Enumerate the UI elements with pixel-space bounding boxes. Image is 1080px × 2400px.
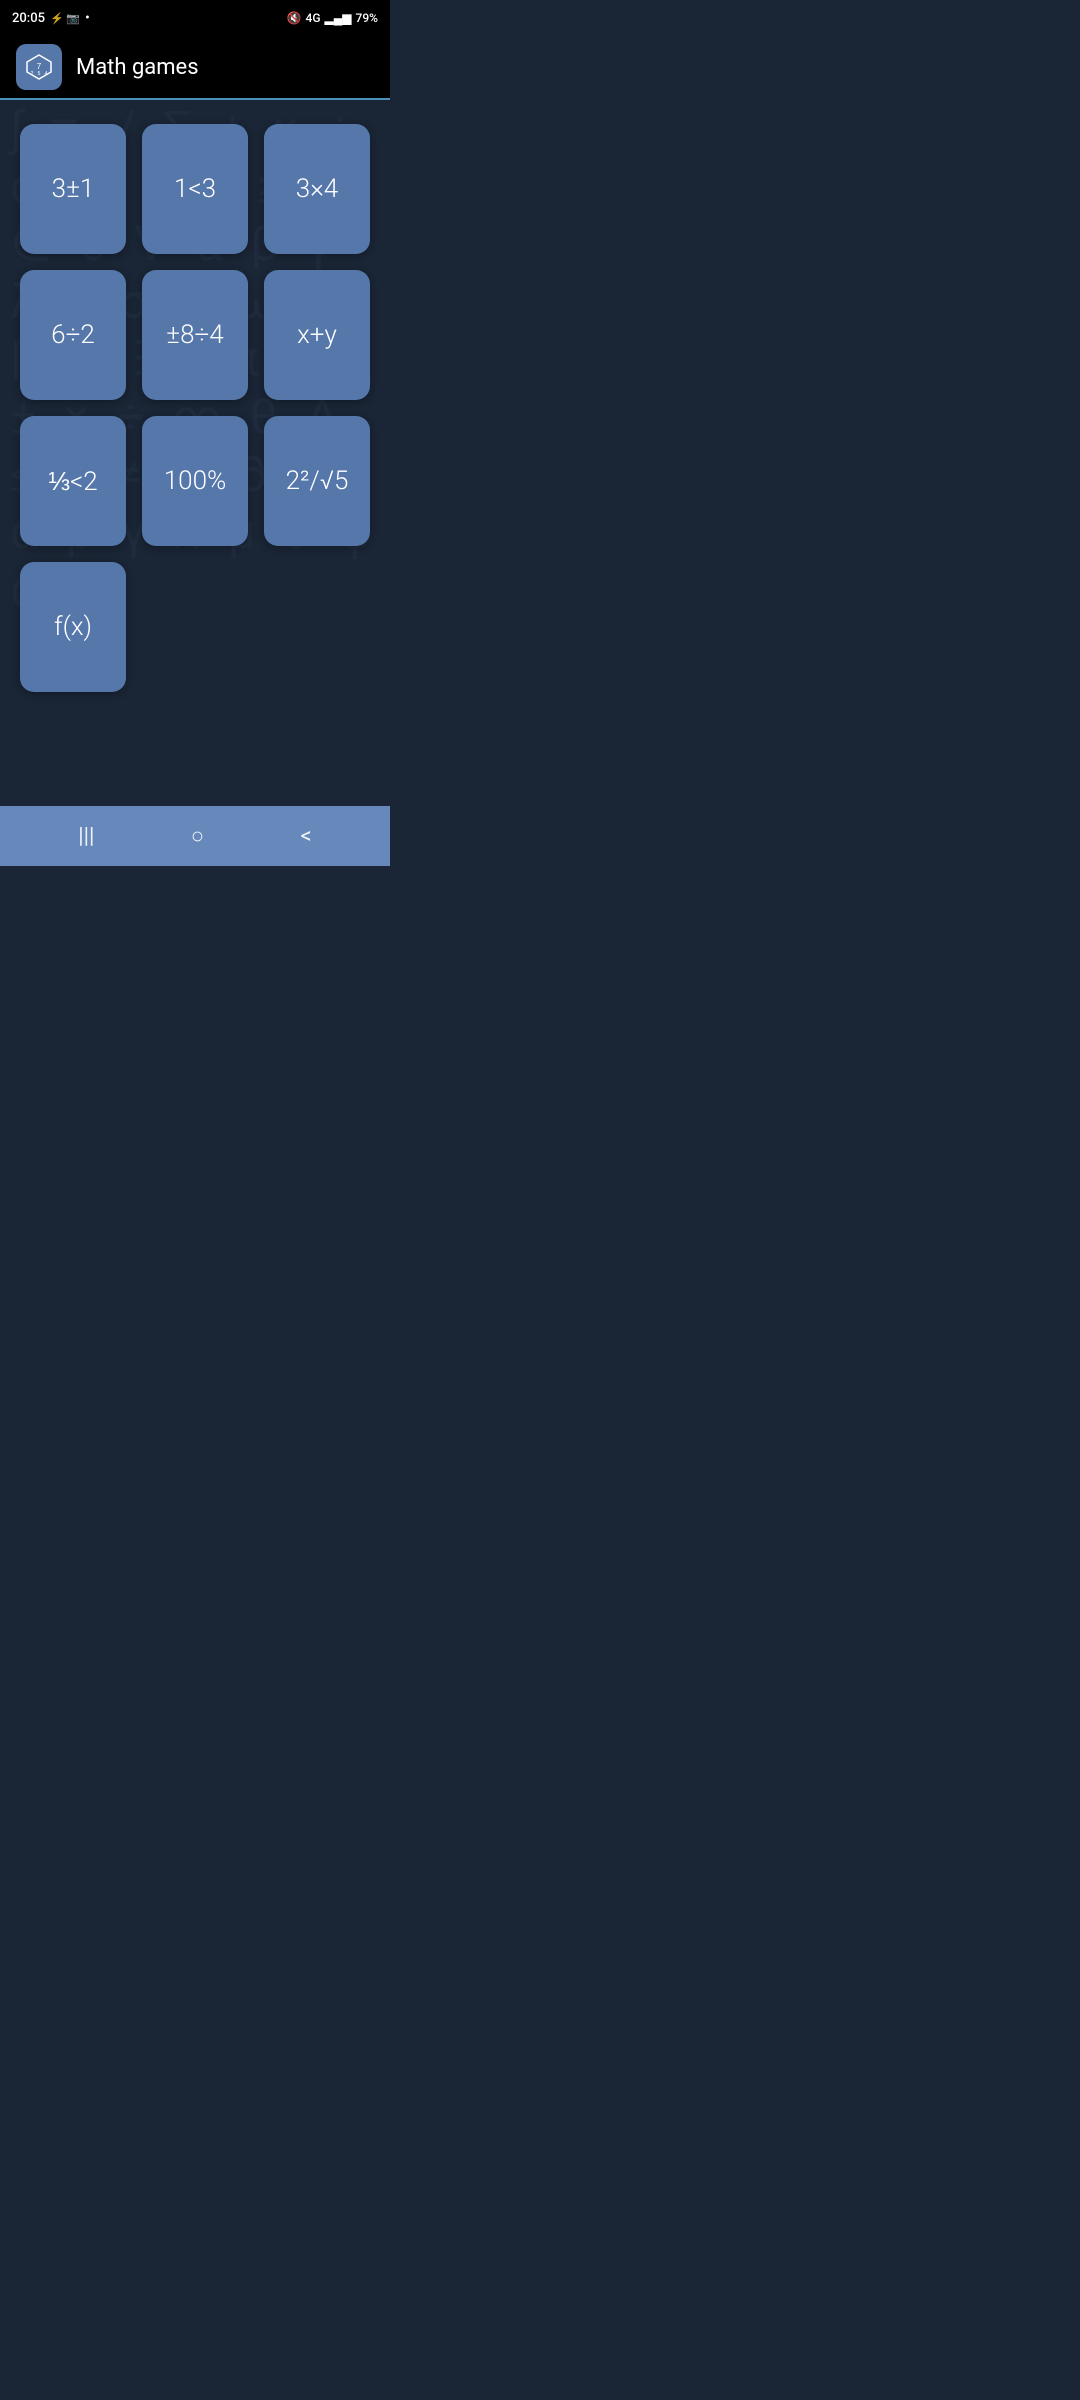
- card-label-percentage: 100%: [164, 466, 227, 496]
- card-label-algebra: x+y: [297, 320, 337, 350]
- time-display: 20:05: [12, 11, 45, 26]
- nav-bar: ||| ○ <: [0, 806, 390, 866]
- card-label-powers: 2²/√5: [286, 466, 349, 496]
- game-card-powers[interactable]: 2²/√5: [264, 416, 370, 546]
- app-title: Math games: [76, 55, 199, 80]
- network-label: 4G: [306, 11, 321, 25]
- card-label-fraction: ⅓<2: [48, 466, 97, 497]
- page: ∫ π √ ∑ ± × ÷ ∞ θ Δ ≤ ≥ ≠ ∈ ∂ ∇ α β γ λ …: [0, 0, 390, 866]
- game-card-mixed-division[interactable]: ±8÷4: [142, 270, 248, 400]
- nav-back-icon[interactable]: <: [301, 824, 312, 849]
- app-icon: 7 2 5 4: [16, 44, 62, 90]
- card-label-multiplication: 3×4: [296, 174, 338, 204]
- status-icons: ⚡ 📷: [50, 12, 80, 25]
- card-label-mixed-division: ±8÷4: [166, 320, 223, 350]
- nav-recent-icon[interactable]: |||: [78, 824, 94, 849]
- content-area: 3±1 1<3 3×4 6÷2 ±8÷4 x+y ⅓<2 1: [0, 100, 390, 806]
- svg-text:7: 7: [37, 62, 42, 71]
- game-card-multiplication[interactable]: 3×4: [264, 124, 370, 254]
- mute-icon: 🔇: [287, 11, 302, 25]
- battery-level: 79%: [356, 11, 378, 25]
- svg-text:2: 2: [31, 71, 34, 77]
- game-card-division[interactable]: 6÷2: [20, 270, 126, 400]
- status-right: 🔇 4G ▂▄▆ 79%: [287, 11, 378, 25]
- game-card-fraction[interactable]: ⅓<2: [20, 416, 126, 546]
- card-label-division: 6÷2: [51, 320, 95, 350]
- game-card-algebra[interactable]: x+y: [264, 270, 370, 400]
- dot-indicator: •: [85, 11, 90, 26]
- svg-text:4: 4: [45, 71, 48, 77]
- game-card-comparison[interactable]: 1<3: [142, 124, 248, 254]
- nav-home-icon[interactable]: ○: [191, 823, 204, 849]
- game-grid: 3±1 1<3 3×4 6÷2 ±8÷4 x+y ⅓<2 1: [20, 124, 370, 546]
- card-label-addition: 3±1: [52, 174, 95, 204]
- status-bar: 20:05 ⚡ 📷 • 🔇 4G ▂▄▆ 79%: [0, 0, 390, 36]
- status-left: 20:05 ⚡ 📷 •: [12, 11, 90, 26]
- game-grid-row4: f(x): [20, 562, 370, 692]
- signal-bars: ▂▄▆: [325, 11, 352, 25]
- card-label-comparison: 1<3: [174, 174, 216, 204]
- svg-text:5: 5: [38, 71, 41, 77]
- game-card-addition[interactable]: 3±1: [20, 124, 126, 254]
- game-card-functions[interactable]: f(x): [20, 562, 126, 692]
- app-header: 7 2 5 4 Math games: [0, 36, 390, 100]
- game-card-percentage[interactable]: 100%: [142, 416, 248, 546]
- card-label-functions: f(x): [54, 612, 92, 642]
